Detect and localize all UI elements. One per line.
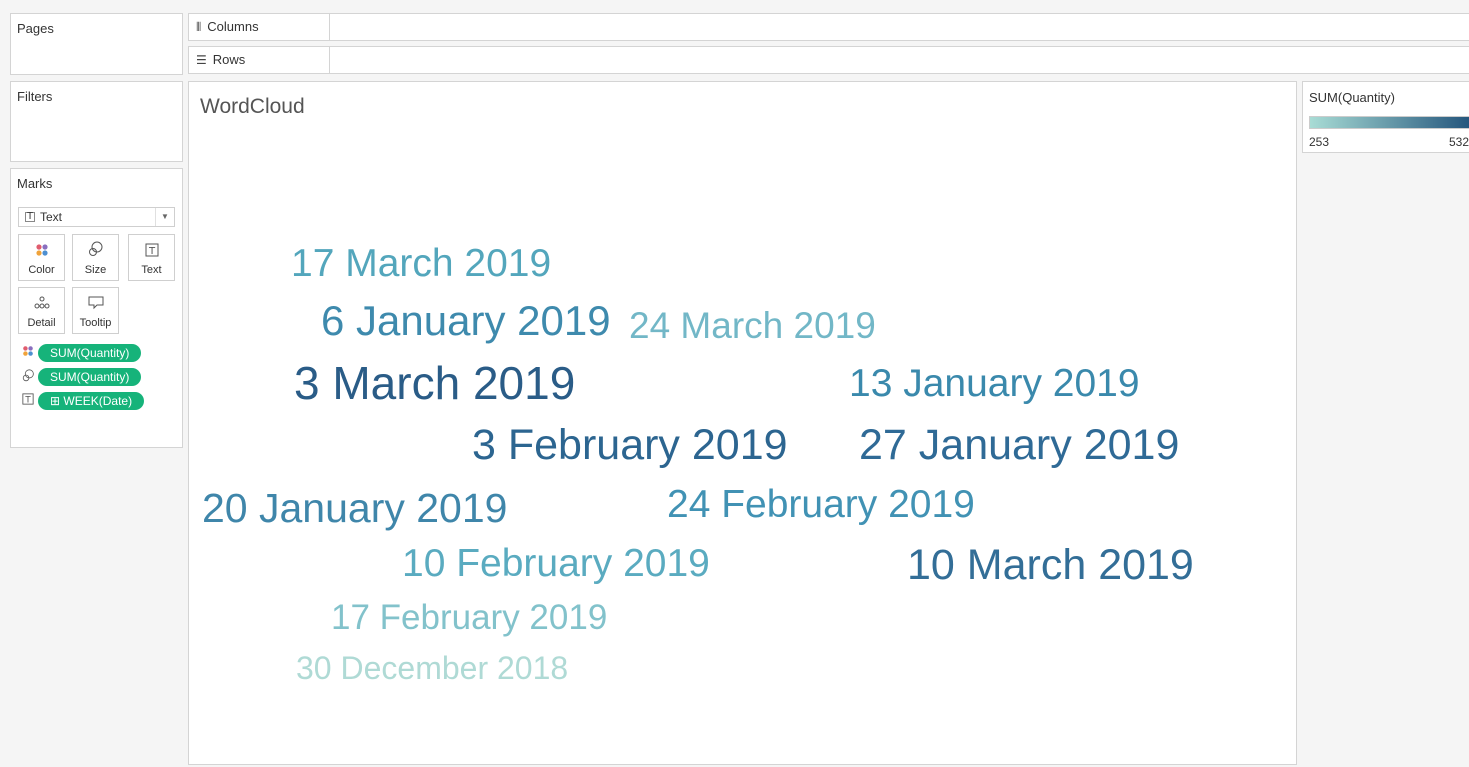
pill-row-text: T ⊞ WEEK(Date) — [18, 391, 145, 410]
mark-type-dropdown[interactable]: T Text ▼ — [18, 207, 175, 227]
word-10-february-2019[interactable]: 10 February 2019 — [402, 544, 710, 583]
text-mark-icon: T — [25, 211, 35, 222]
pill-row-color: SUM(Quantity) — [18, 343, 142, 362]
svg-text:T: T — [147, 246, 155, 257]
week-date-text-pill[interactable]: ⊞ WEEK(Date) — [38, 391, 145, 410]
text-button[interactable]: T Text — [128, 234, 175, 281]
sum-quantity-color-pill[interactable]: SUM(Quantity) — [38, 343, 142, 362]
word-3-february-2019[interactable]: 3 February 2019 — [472, 424, 788, 467]
viz-canvas[interactable]: WordCloud 17 March 2019 6 January 2019 2… — [188, 81, 1297, 765]
mark-type-label: Text — [40, 210, 63, 224]
pages-card[interactable]: Pages — [10, 13, 183, 75]
marks-card: Marks T Text ▼ Color Size T Text Detail … — [10, 168, 183, 448]
tooltip-label: Tooltip — [79, 317, 112, 329]
color-button[interactable]: Color — [18, 234, 65, 281]
size-label: Size — [84, 264, 107, 276]
legend-max-value: 532 — [1449, 135, 1469, 149]
rows-shelf[interactable]: ☰ Rows — [188, 46, 1469, 74]
size-icon — [18, 368, 38, 385]
word-3-march-2019[interactable]: 3 March 2019 — [294, 360, 575, 406]
color-icon — [35, 243, 49, 259]
color-legend[interactable]: SUM(Quantity) 253 532 — [1302, 81, 1469, 153]
filters-title: Filters — [17, 89, 53, 104]
word-10-march-2019[interactable]: 10 March 2019 — [907, 544, 1194, 587]
word-30-december-2018[interactable]: 30 December 2018 — [296, 652, 568, 684]
tooltip-button[interactable]: Tooltip — [72, 287, 119, 334]
pill-row-size: SUM(Quantity) — [18, 367, 142, 386]
legend-min-value: 253 — [1309, 135, 1330, 149]
word-27-january-2019[interactable]: 27 January 2019 — [859, 424, 1179, 467]
legend-gradient-bar — [1309, 116, 1469, 129]
viz-title: WordCloud — [200, 95, 305, 118]
detail-button[interactable]: Detail — [18, 287, 65, 334]
chevron-down-icon[interactable]: ▼ — [155, 208, 174, 226]
rows-shelf-label: ☰ Rows — [189, 47, 330, 73]
rows-label: Rows — [212, 52, 246, 67]
word-6-january-2019[interactable]: 6 January 2019 — [321, 300, 611, 342]
legend-title: SUM(Quantity) — [1309, 90, 1395, 105]
detail-label: Detail — [27, 317, 56, 329]
text-icon: T — [145, 243, 159, 259]
size-icon — [88, 241, 104, 259]
filters-card[interactable]: Filters — [10, 81, 183, 162]
text-label: Text — [141, 264, 162, 276]
columns-label: Columns — [207, 19, 259, 34]
rows-icon: ☰ — [196, 53, 207, 67]
columns-shelf-label: ⦀ Columns — [189, 14, 330, 40]
word-17-march-2019[interactable]: 17 March 2019 — [291, 244, 551, 283]
marks-title: Marks — [17, 176, 53, 191]
sum-quantity-size-pill[interactable]: SUM(Quantity) — [38, 367, 142, 386]
tableau-workspace: Pages Filters Marks T Text ▼ Color Size … — [0, 0, 1469, 767]
word-13-january-2019[interactable]: 13 January 2019 — [849, 364, 1140, 403]
text-icon: T — [18, 393, 38, 408]
word-24-february-2019[interactable]: 24 February 2019 — [667, 485, 975, 524]
color-label: Color — [28, 264, 55, 276]
svg-text:T: T — [24, 395, 31, 405]
columns-icon: ⦀ — [196, 20, 202, 34]
word-24-march-2019[interactable]: 24 March 2019 — [629, 307, 876, 344]
word-17-february-2019[interactable]: 17 February 2019 — [331, 600, 607, 635]
size-button[interactable]: Size — [72, 234, 119, 281]
columns-shelf[interactable]: ⦀ Columns — [188, 13, 1469, 41]
word-20-january-2019[interactable]: 20 January 2019 — [202, 488, 507, 529]
tooltip-icon — [88, 296, 104, 312]
pages-title: Pages — [17, 21, 54, 36]
detail-icon — [34, 296, 50, 312]
color-icon — [18, 345, 38, 360]
